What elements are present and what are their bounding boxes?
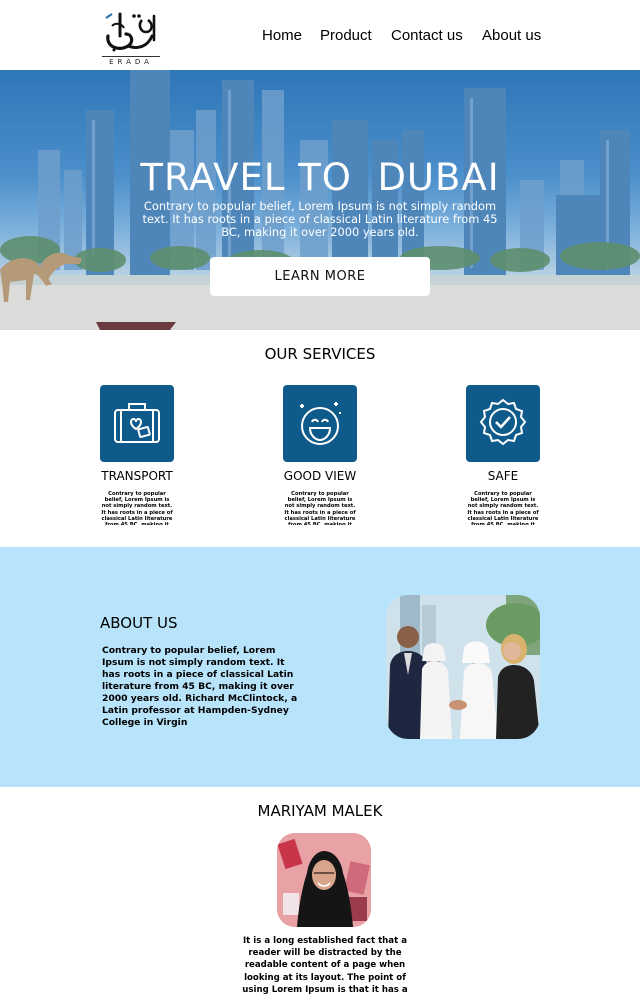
person-name: MARIYAM MALEK [257,802,383,820]
person-photo [277,833,371,927]
services-heading: OUR SERVICES [264,345,376,363]
verified-badge-icon [466,385,540,462]
smiley-icon [283,385,357,462]
person-description: It is a long established fact that a rea… [242,936,408,995]
business-meeting-photo [386,595,540,739]
service-text-transport: Contrary to popular belief, Lorem Ipsum … [101,491,173,525]
nav-product[interactable]: Product [320,27,372,44]
logo-wordmark: ERADA [109,58,153,66]
service-title-good-view: GOOD VIEW [283,469,357,483]
site-header: ERADA Home Product Contact us About us [0,0,640,70]
about-section: ABOUT US Contrary to popular belief, Lor… [0,547,640,787]
calligraphy-logo-icon [105,12,156,52]
learn-more-button[interactable]: LEARN MORE [210,257,430,296]
erada-logo[interactable]: ERADA [98,6,164,68]
logo-divider [102,56,160,57]
about-description: Contrary to popular belief, Lorem Ipsum … [102,645,298,728]
service-title-safe: SAFE [487,469,519,483]
service-text-good-view: Contrary to popular belief, Lorem Ipsum … [284,491,356,525]
nav-contact-us[interactable]: Contact us [391,27,463,44]
hero-banner: TRAVEL TO DUBAI Contrary to popular beli… [0,70,640,330]
nav-home[interactable]: Home [262,27,302,44]
hero-title: TRAVEL TO DUBAI [140,156,500,199]
service-text-safe: Contrary to popular belief, Lorem Ipsum … [467,491,539,525]
service-title-transport: TRANSPORT [101,469,173,483]
hero-description: Contrary to popular belief, Lorem Ipsum … [142,199,498,239]
nav-about-us[interactable]: About us [482,27,541,44]
suitcase-icon [100,385,174,462]
about-heading: ABOUT US [100,614,178,632]
